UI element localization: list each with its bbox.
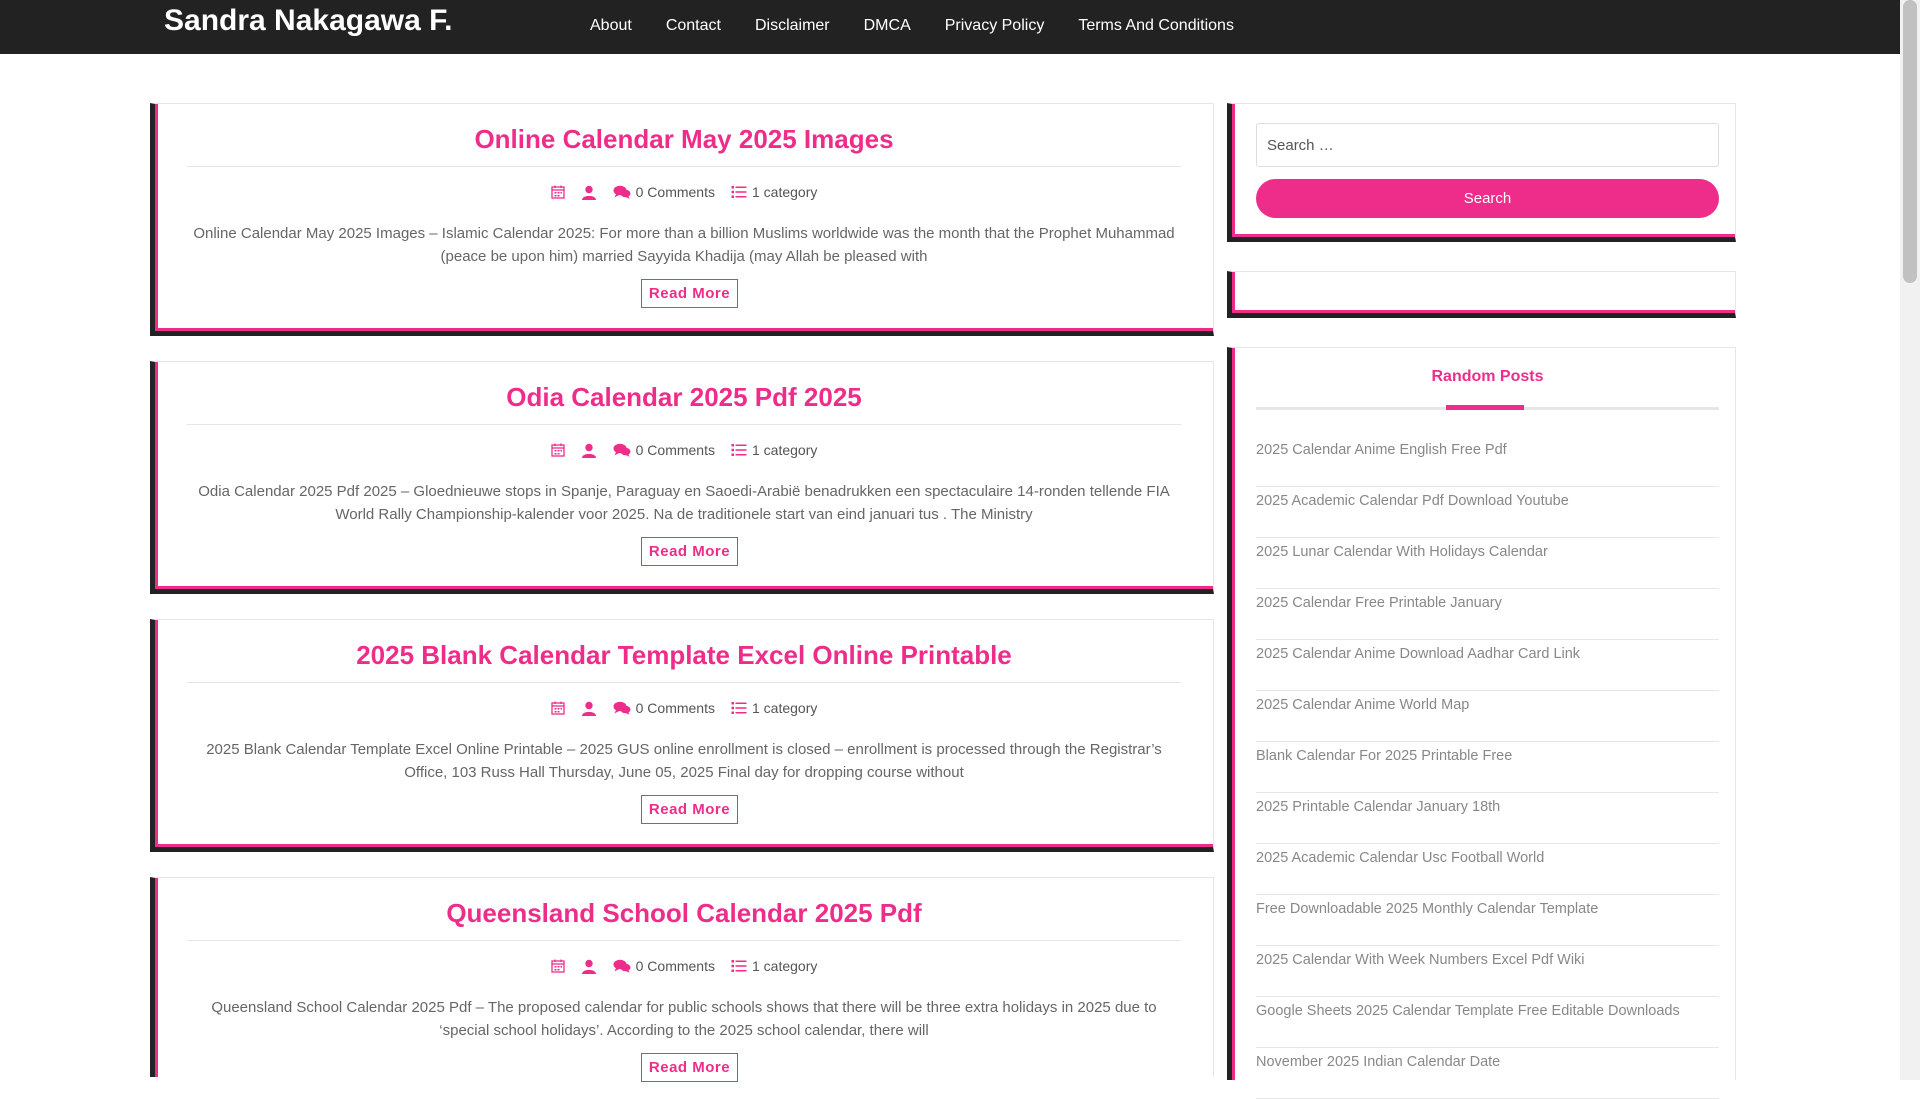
- user-icon: [581, 701, 596, 716]
- post-meta: 0 Comments 1 category: [155, 442, 1213, 458]
- user-icon: [581, 185, 596, 200]
- random-post-link[interactable]: Blank Calendar For 2025 Printable Free: [1256, 742, 1719, 793]
- random-post-link[interactable]: 2025 Calendar Anime English Free Pdf: [1256, 436, 1719, 487]
- post-excerpt: Queensland School Calendar 2025 Pdf – Th…: [211, 999, 1157, 1039]
- post-category[interactable]: 1 category: [731, 958, 817, 974]
- random-post-link[interactable]: 2025 Printable Calendar January 18th: [1256, 793, 1719, 844]
- post-card: Online Calendar May 2025 Images 0 Commen…: [150, 103, 1214, 336]
- random-post-link[interactable]: Google Sheets 2025 Calendar Template Fre…: [1256, 997, 1719, 1048]
- post-excerpt: Online Calendar May 2025 Images – Islami…: [193, 225, 1175, 265]
- random-posts-widget: Random Posts 2025 Calendar Anime English…: [1227, 347, 1736, 1099]
- site-title[interactable]: Sandra Nakagawa F.: [164, 4, 452, 38]
- calendar-icon: [550, 701, 565, 715]
- random-post-link[interactable]: 2025 Calendar Free Printable January: [1256, 589, 1719, 640]
- site-header: Sandra Nakagawa F. About Contact Disclai…: [0, 0, 1900, 54]
- comments-count: 0 Comments: [635, 442, 715, 458]
- nav-privacy-policy[interactable]: Privacy Policy: [928, 0, 1062, 54]
- post-comments[interactable]: 0 Comments: [613, 958, 715, 974]
- main-nav: About Contact Disclaimer DMCA Privacy Po…: [573, 0, 1251, 54]
- category-label: 1 category: [751, 184, 818, 200]
- post-card: 2025 Blank Calendar Template Excel Onlin…: [150, 619, 1214, 852]
- post-meta: 0 Comments 1 category: [155, 958, 1213, 974]
- comments-icon: [613, 185, 631, 199]
- scrollbar-thumb[interactable]: [1903, 0, 1917, 283]
- read-more-button[interactable]: Read More: [641, 537, 738, 566]
- comments-icon: [613, 959, 631, 973]
- post-category[interactable]: 1 category: [731, 442, 817, 458]
- post-comments[interactable]: 0 Comments: [613, 442, 715, 458]
- nav-contact[interactable]: Contact: [649, 0, 738, 54]
- post-date[interactable]: [550, 443, 565, 457]
- random-post-link[interactable]: 2025 Calendar With Week Numbers Excel Pd…: [1256, 946, 1719, 997]
- category-label: 1 category: [751, 958, 818, 974]
- divider: [187, 166, 1181, 167]
- calendar-icon: [550, 443, 565, 457]
- post-excerpt: 2025 Blank Calendar Template Excel Onlin…: [206, 741, 1162, 781]
- search-widget: Search: [1227, 103, 1736, 242]
- post-title[interactable]: Online Calendar May 2025 Images: [187, 124, 1181, 155]
- post-author[interactable]: [581, 443, 597, 458]
- comments-icon: [613, 701, 631, 715]
- comments-count: 0 Comments: [635, 700, 715, 716]
- post-title[interactable]: Queensland School Calendar 2025 Pdf: [187, 898, 1181, 929]
- category-label: 1 category: [751, 700, 818, 716]
- widget-title-accent: [1446, 405, 1524, 410]
- user-icon: [581, 443, 596, 458]
- list-icon: [731, 702, 747, 714]
- post-title[interactable]: Odia Calendar 2025 Pdf 2025: [187, 382, 1181, 413]
- post-meta: 0 Comments 1 category: [155, 700, 1213, 716]
- divider: [187, 940, 1181, 941]
- post-comments[interactable]: 0 Comments: [613, 184, 715, 200]
- post-excerpt: Odia Calendar 2025 Pdf 2025 – Gloednieuw…: [198, 483, 1170, 523]
- nav-about[interactable]: About: [573, 0, 649, 54]
- nav-disclaimer[interactable]: Disclaimer: [738, 0, 847, 54]
- post-date[interactable]: [550, 959, 565, 973]
- post-date[interactable]: [550, 701, 565, 715]
- calendar-icon: [550, 185, 565, 199]
- post-title[interactable]: 2025 Blank Calendar Template Excel Onlin…: [187, 640, 1181, 671]
- nav-terms-and-conditions[interactable]: Terms And Conditions: [1061, 0, 1251, 54]
- divider: [187, 682, 1181, 683]
- random-post-link[interactable]: November 2025 Indian Calendar Date: [1256, 1048, 1719, 1099]
- random-post-link[interactable]: 2025 Academic Calendar Usc Football Worl…: [1256, 844, 1719, 895]
- random-post-link[interactable]: Free Downloadable 2025 Monthly Calendar …: [1256, 895, 1719, 946]
- search-button[interactable]: Search: [1256, 179, 1719, 218]
- post-date[interactable]: [550, 185, 565, 199]
- random-post-link[interactable]: 2025 Calendar Anime Download Aadhar Card…: [1256, 640, 1719, 691]
- category-label: 1 category: [751, 442, 818, 458]
- empty-widget: [1227, 271, 1736, 318]
- post-author[interactable]: [581, 185, 597, 200]
- widget-title: Random Posts: [1431, 368, 1544, 385]
- user-icon: [581, 959, 596, 974]
- random-post-link[interactable]: 2025 Lunar Calendar With Holidays Calend…: [1256, 538, 1719, 589]
- read-more-button[interactable]: Read More: [641, 795, 738, 824]
- divider: [187, 424, 1181, 425]
- read-more-button[interactable]: Read More: [641, 1053, 738, 1082]
- calendar-icon: [550, 959, 565, 973]
- comments-icon: [613, 443, 631, 457]
- search-input[interactable]: [1256, 123, 1719, 167]
- post-comments[interactable]: 0 Comments: [613, 700, 715, 716]
- nav-dmca[interactable]: DMCA: [847, 0, 928, 54]
- list-icon: [731, 444, 747, 456]
- random-post-link[interactable]: 2025 Calendar Anime World Map: [1256, 691, 1719, 742]
- list-icon: [731, 960, 747, 972]
- random-posts-list: 2025 Calendar Anime English Free Pdf 202…: [1256, 436, 1719, 1099]
- post-author[interactable]: [581, 701, 597, 716]
- comments-count: 0 Comments: [635, 958, 715, 974]
- read-more-button[interactable]: Read More: [641, 279, 738, 308]
- post-card: Odia Calendar 2025 Pdf 2025 0 Comments 1…: [150, 361, 1214, 594]
- post-author[interactable]: [581, 959, 597, 974]
- list-icon: [731, 186, 747, 198]
- post-card: Queensland School Calendar 2025 Pdf 0 Co…: [150, 877, 1214, 1082]
- post-category[interactable]: 1 category: [731, 184, 817, 200]
- post-category[interactable]: 1 category: [731, 700, 817, 716]
- random-post-link[interactable]: 2025 Academic Calendar Pdf Download Yout…: [1256, 487, 1719, 538]
- comments-count: 0 Comments: [635, 184, 715, 200]
- post-meta: 0 Comments 1 category: [155, 184, 1213, 200]
